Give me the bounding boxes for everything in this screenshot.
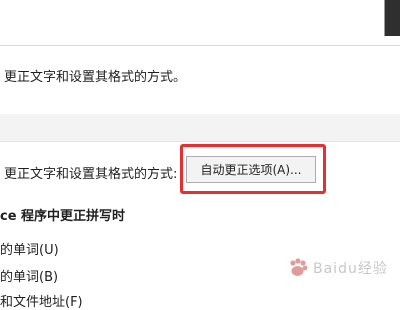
paw-icon — [290, 258, 308, 276]
spelling-section-title: ce 程序中更正拼写时 — [0, 209, 126, 224]
spelling-option-ignore-addresses[interactable]: 和文件地址(F) — [0, 291, 83, 310]
dark-frame-edge — [385, 0, 400, 36]
watermark-text: Baidu经验 — [313, 261, 388, 277]
watermark: Baidu经验 — [287, 255, 400, 281]
autocorrect-options-button[interactable]: 自动更正选项(A)... — [186, 156, 316, 183]
autocorrect-label: 更正文字和设置其格式的方式: — [4, 167, 178, 182]
divider — [0, 141, 400, 142]
divider — [0, 45, 400, 46]
autocorrect-description: 更正文字和设置其格式的方式。 — [4, 70, 187, 85]
top-panel — [0, 0, 400, 46]
spelling-option-ignore-numbers[interactable]: 的单词(B) — [0, 266, 58, 285]
section-header-band — [0, 114, 400, 142]
spelling-option-ignore-uppercase[interactable]: 的单词(U) — [0, 239, 59, 258]
